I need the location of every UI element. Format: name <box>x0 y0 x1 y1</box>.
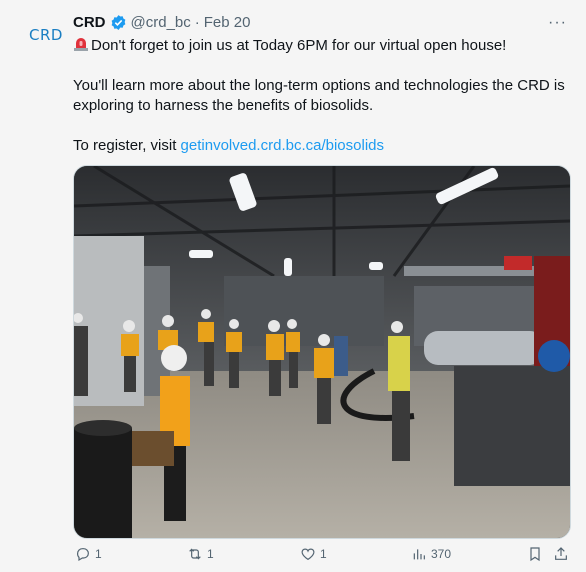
tweet-line-register: To register, visit getinvolved.crd.bc.ca… <box>73 136 568 156</box>
tweet-header: CRD @crd_bc · Feb 20 <box>73 14 250 31</box>
verified-badge-icon <box>110 14 127 31</box>
share-button[interactable] <box>553 546 573 562</box>
retweet-icon <box>189 548 201 560</box>
reply-icon <box>77 548 89 562</box>
display-name[interactable]: CRD <box>73 14 106 31</box>
timestamp[interactable]: Feb 20 <box>204 14 251 31</box>
separator: · <box>194 14 200 31</box>
tweet-line-2: You'll learn more about the long-term op… <box>73 77 565 94</box>
retweet-count: 1 <box>207 547 214 561</box>
heart-icon <box>301 548 315 561</box>
avatar-logo-text: CRD <box>29 26 63 44</box>
tweet-text: Don't forget to join us at Today 6PM for… <box>73 36 568 156</box>
like-button[interactable]: 1 <box>300 546 327 562</box>
share-icon <box>555 547 567 560</box>
views-chart-icon <box>413 549 425 560</box>
more-options-icon[interactable]: ··· <box>548 14 567 32</box>
retweet-button[interactable]: 1 <box>187 546 214 562</box>
tweet-line-3: exploring to harness the benefits of bio… <box>73 97 374 114</box>
avatar[interactable]: CRD <box>22 24 70 46</box>
tweet-actions: 1 1 1 370 <box>73 546 573 568</box>
bookmark-button[interactable] <box>527 546 547 562</box>
tweet-line-1-text: Don't forget to join us at Today 6PM for… <box>91 37 507 54</box>
rotating-light-emoji-icon <box>73 36 89 52</box>
bookmark-icon <box>530 547 540 562</box>
reply-count: 1 <box>95 547 102 561</box>
like-count: 1 <box>320 547 327 561</box>
tweet-line-1: Don't forget to join us at Today 6PM for… <box>73 36 568 56</box>
views-button[interactable]: 370 <box>411 546 451 562</box>
view-count: 370 <box>431 547 452 561</box>
handle[interactable]: @crd_bc <box>131 14 191 31</box>
photo-facility-tour <box>74 166 570 538</box>
register-link[interactable]: getinvolved.crd.bc.ca/biosolids <box>181 137 384 154</box>
tweet-card[interactable]: CRD CRD @crd_bc · Feb 20 ··· Don't forge… <box>0 0 586 572</box>
tweet-photo[interactable] <box>73 165 571 539</box>
reply-button[interactable]: 1 <box>75 546 102 562</box>
register-prefix: To register, visit <box>73 137 181 154</box>
